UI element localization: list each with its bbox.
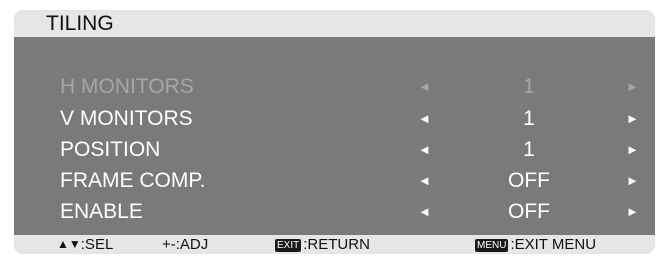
row-label: H MONITORS xyxy=(60,75,194,98)
help-exit-menu: MENU:EXIT MENU xyxy=(475,235,596,254)
increase-arrow-icon[interactable]: ► xyxy=(626,71,639,103)
row-value: OFF xyxy=(508,200,550,223)
menu-body: H MONITORS ◄ 1 ► V MONITORS ◄ 1 ► POSITI… xyxy=(14,37,655,235)
menu-row-frame-comp[interactable]: FRAME COMP. ◄ OFF ► xyxy=(14,165,655,197)
decrease-arrow-icon[interactable]: ◄ xyxy=(418,103,431,135)
menu-key-icon: MENU xyxy=(475,239,509,252)
decrease-arrow-icon[interactable]: ◄ xyxy=(418,165,431,197)
help-adjust: +-:ADJ xyxy=(162,236,209,253)
row-value: 1 xyxy=(523,75,535,98)
row-label: V MONITORS xyxy=(60,107,193,130)
menu-row-v-monitors[interactable]: V MONITORS ◄ 1 ► xyxy=(14,103,655,135)
menu-row-h-monitors[interactable]: H MONITORS ◄ 1 ► xyxy=(14,71,655,103)
help-bar: ▲▼:SEL +-:ADJ EXIT:RETURN MENU:EXIT MENU xyxy=(14,235,655,254)
row-value: OFF xyxy=(508,169,550,192)
menu-row-enable[interactable]: ENABLE ◄ OFF ► xyxy=(14,196,655,228)
increase-arrow-icon[interactable]: ► xyxy=(626,134,639,166)
increase-arrow-icon[interactable]: ► xyxy=(626,103,639,135)
increase-arrow-icon[interactable]: ► xyxy=(626,196,639,228)
row-label: POSITION xyxy=(60,138,161,161)
help-return-text: :RETURN xyxy=(303,236,370,253)
help-exit-menu-text: :EXIT MENU xyxy=(510,236,597,253)
osd-menu-panel: TILING H MONITORS ◄ 1 ► V MONITORS ◄ 1 ►… xyxy=(14,10,655,254)
menu-row-position[interactable]: POSITION ◄ 1 ► xyxy=(14,134,655,166)
decrease-arrow-icon[interactable]: ◄ xyxy=(418,134,431,166)
exit-key-icon: EXIT xyxy=(275,239,302,252)
decrease-arrow-icon[interactable]: ◄ xyxy=(418,196,431,228)
help-select: ▲▼:SEL xyxy=(57,235,113,254)
row-label: FRAME COMP. xyxy=(60,169,206,192)
decrease-arrow-icon[interactable]: ◄ xyxy=(418,71,431,103)
help-return: EXIT:RETURN xyxy=(275,235,370,254)
row-label: ENABLE xyxy=(60,200,143,223)
increase-arrow-icon[interactable]: ► xyxy=(626,165,639,197)
row-value: 1 xyxy=(523,138,535,161)
help-select-text: :SEL xyxy=(80,236,114,253)
row-value: 1 xyxy=(523,107,535,130)
menu-title: TILING xyxy=(46,12,114,35)
title-bar: TILING xyxy=(14,10,655,37)
up-down-arrows-icon: ▲▼ xyxy=(57,237,81,251)
